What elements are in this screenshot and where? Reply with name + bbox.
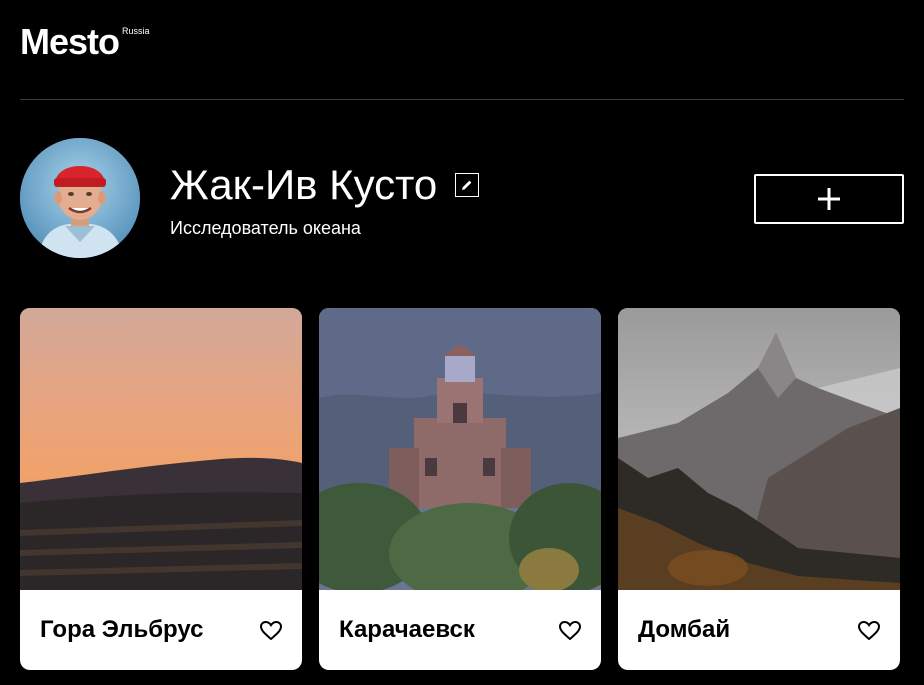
- card: Карачаевск: [319, 308, 601, 670]
- card: Гора Эльбрус: [20, 308, 302, 670]
- card-image[interactable]: [319, 308, 601, 590]
- add-card-button[interactable]: [754, 174, 904, 224]
- card-caption: Карачаевск: [319, 590, 601, 670]
- card: Домбай: [618, 308, 900, 670]
- card-caption: Гора Эльбрус: [20, 590, 302, 670]
- card-title: Гора Эльбрус: [40, 616, 204, 643]
- heart-outline-icon: [260, 620, 282, 640]
- profile-info: Жак-Ив Кусто Исследователь океана: [170, 161, 480, 240]
- heart-outline-icon: [559, 620, 581, 640]
- page: Mesto Russia Жак-Ив Кусто Исследователь …: [0, 0, 924, 685]
- profile: Жак-Ив Кусто Исследователь океана: [20, 100, 904, 308]
- avatar-portrait: [20, 138, 140, 258]
- like-button[interactable]: [260, 620, 282, 640]
- like-button[interactable]: [559, 620, 581, 640]
- avatar[interactable]: [20, 138, 140, 258]
- logo-text: Mesto: [20, 21, 120, 62]
- card-title: Карачаевск: [339, 616, 475, 643]
- edit-profile-button[interactable]: [455, 173, 480, 198]
- card-title: Домбай: [638, 616, 731, 643]
- header: Mesto Russia: [20, 0, 904, 100]
- card-grid: Гора Эльбрус Карачаевск Домбай: [20, 308, 904, 670]
- logo-superscript: Russia: [122, 26, 150, 36]
- profile-name: Жак-Ив Кусто: [170, 161, 438, 208]
- heart-outline-icon: [858, 620, 880, 640]
- logo: Mesto Russia: [20, 24, 150, 60]
- card-image[interactable]: [20, 308, 302, 590]
- plus-icon: [818, 188, 840, 210]
- card-caption: Домбай: [618, 590, 900, 670]
- pencil-icon: [462, 180, 472, 191]
- like-button[interactable]: [858, 620, 880, 640]
- name-row: Жак-Ив Кусто: [170, 161, 480, 208]
- profile-about: Исследователь океана: [170, 218, 361, 239]
- card-image[interactable]: [618, 308, 900, 590]
